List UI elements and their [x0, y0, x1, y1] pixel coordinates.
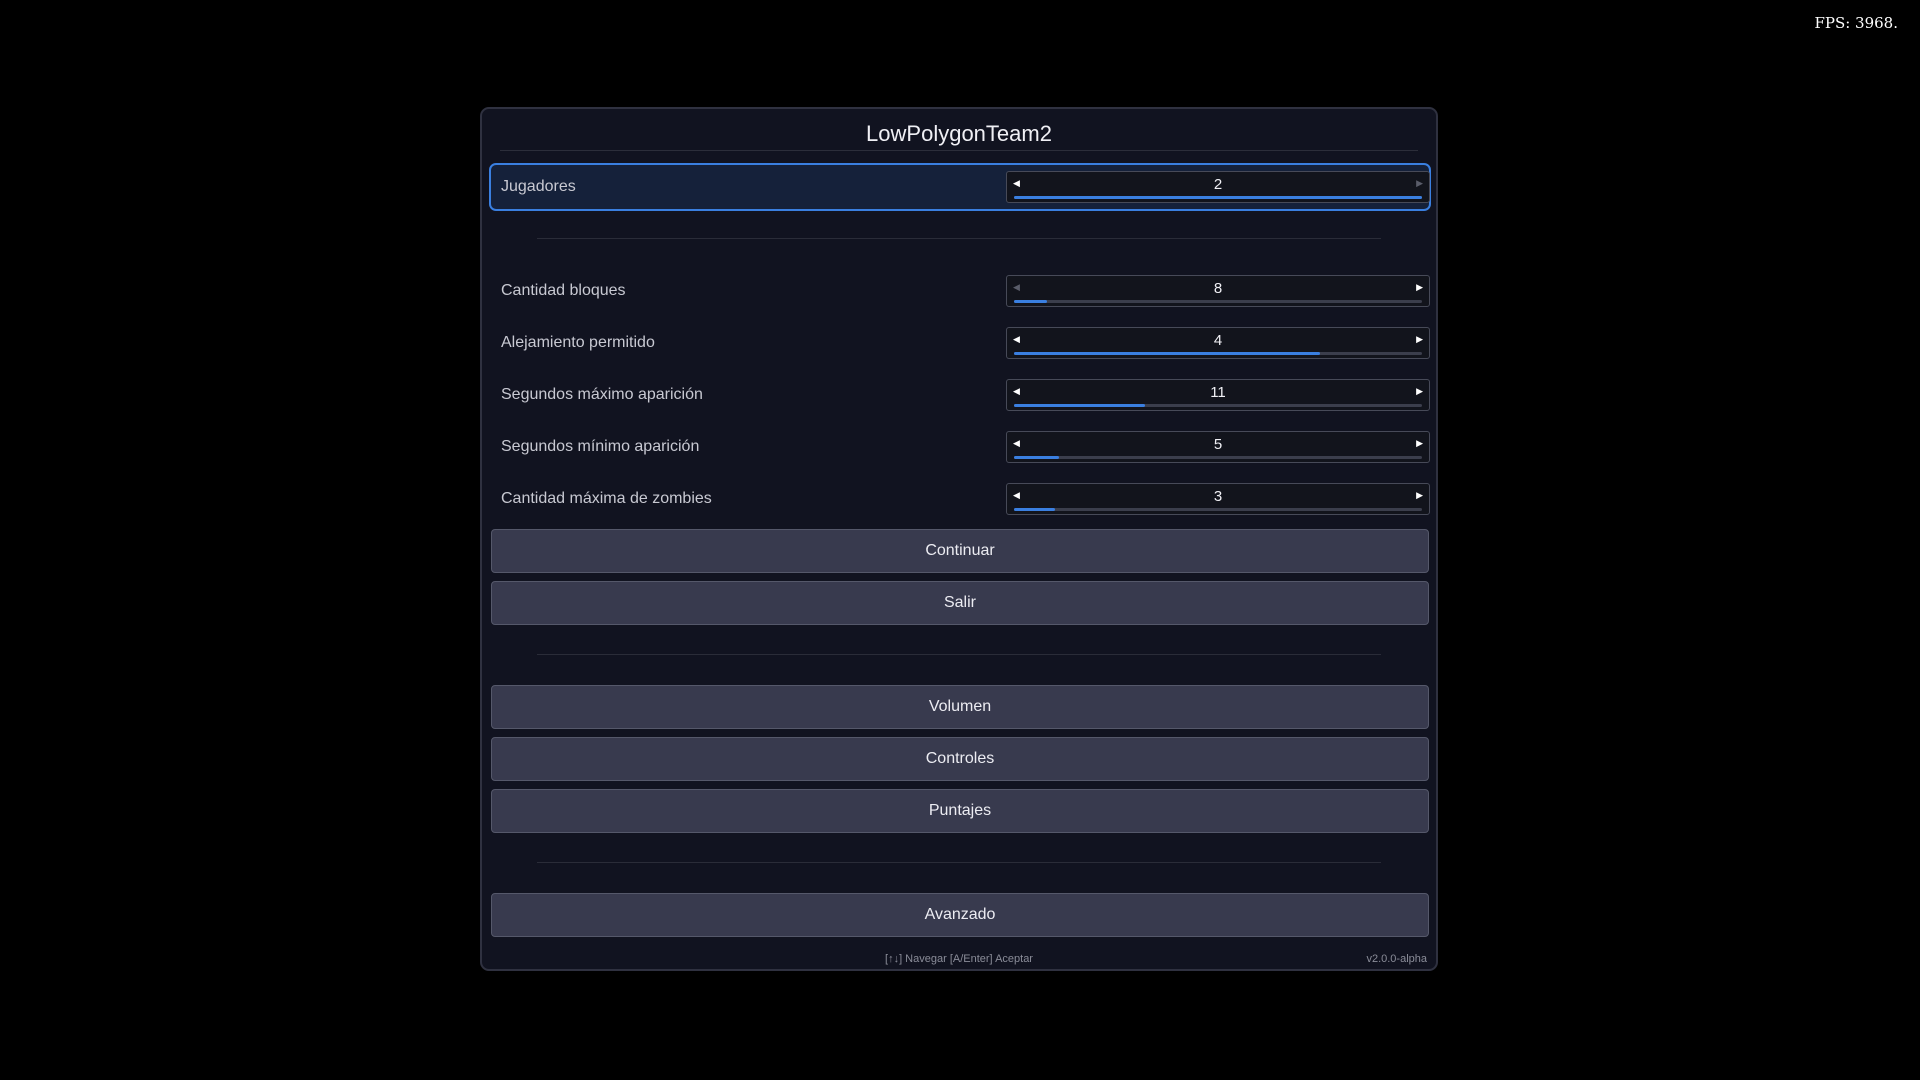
stepper-cantidad-bloques[interactable]: ◀ 8 ▶: [1006, 275, 1430, 307]
increase-arrow-icon[interactable]: ▶: [1416, 334, 1423, 345]
section-divider: [537, 654, 1381, 655]
stepper-track: [1014, 196, 1422, 199]
version-label: v2.0.0-alpha: [1366, 953, 1427, 965]
setting-row-cantidad-bloques[interactable]: Cantidad bloques ◀ 8 ▶: [489, 267, 1431, 315]
stepper-segundos-maximo-aparicion[interactable]: ◀ 11 ▶: [1006, 379, 1430, 411]
stepper-track: [1014, 404, 1422, 407]
setting-row-alejamiento-permitido[interactable]: Alejamiento permitido ◀ 4 ▶: [489, 319, 1431, 367]
stepper-value: 11: [1210, 384, 1226, 401]
stepper-value: 4: [1213, 332, 1223, 349]
setting-label: Segundos mínimo aparición: [501, 438, 700, 455]
volume-button[interactable]: Volumen: [491, 685, 1429, 729]
increase-arrow-icon[interactable]: ▶: [1416, 282, 1423, 293]
advanced-button[interactable]: Avanzado: [491, 893, 1429, 937]
setting-label: Jugadores: [501, 178, 576, 195]
stepper-fill: [1014, 196, 1422, 199]
stepper-value: 2: [1213, 176, 1223, 193]
stepper-value: 5: [1213, 436, 1223, 453]
setting-row-cantidad-maxima-zombies[interactable]: Cantidad máxima de zombies ◀ 3 ▶: [489, 475, 1431, 523]
fps-counter: FPS: 3968.: [1814, 14, 1898, 32]
stepper-jugadores[interactable]: ◀ 2 ▶: [1006, 171, 1430, 203]
stepper-fill: [1014, 300, 1047, 303]
stepper-fill: [1014, 508, 1055, 511]
stepper-value: 8: [1213, 280, 1223, 297]
setting-label: Cantidad máxima de zombies: [501, 490, 712, 507]
stepper-track: [1014, 352, 1422, 355]
stepper-fill: [1014, 352, 1320, 355]
stepper-segundos-minimo-aparicion[interactable]: ◀ 5 ▶: [1006, 431, 1430, 463]
setting-row-segundos-maximo-aparicion[interactable]: Segundos máximo aparición ◀ 11 ▶: [489, 371, 1431, 419]
stepper-alejamiento-permitido[interactable]: ◀ 4 ▶: [1006, 327, 1430, 359]
scores-button[interactable]: Puntajes: [491, 789, 1429, 833]
stepper-track: [1014, 456, 1422, 459]
exit-button[interactable]: Salir: [491, 581, 1429, 625]
setting-label: Segundos máximo aparición: [501, 386, 703, 403]
controls-hint: [↑↓] Navegar [A/Enter] Aceptar: [885, 953, 1033, 965]
increase-arrow-icon[interactable]: ▶: [1416, 438, 1423, 449]
section-divider: [537, 862, 1381, 863]
controls-button[interactable]: Controles: [491, 737, 1429, 781]
stepper-track: [1014, 508, 1422, 511]
game-title: LowPolygonTeam2: [866, 121, 1052, 146]
continue-button[interactable]: Continuar: [491, 529, 1429, 573]
increase-arrow-icon[interactable]: ▶: [1416, 386, 1423, 397]
stepper-fill: [1014, 456, 1059, 459]
increase-arrow-icon[interactable]: ▶: [1416, 490, 1423, 501]
setting-label: Alejamiento permitido: [501, 334, 655, 351]
increase-arrow-icon[interactable]: ▶: [1416, 178, 1423, 189]
setting-row-segundos-minimo-aparicion[interactable]: Segundos mínimo aparición ◀ 5 ▶: [489, 423, 1431, 471]
stepper-track: [1014, 300, 1422, 303]
stepper-fill: [1014, 404, 1145, 407]
stepper-cantidad-maxima-zombies[interactable]: ◀ 3 ▶: [1006, 483, 1430, 515]
section-divider: [537, 238, 1381, 239]
setting-row-jugadores[interactable]: Jugadores ◀ 2 ▶: [489, 163, 1431, 211]
setting-label: Cantidad bloques: [501, 282, 626, 299]
settings-panel: LowPolygonTeam2 Jugadores ◀ 2 ▶ Cantidad…: [480, 107, 1438, 971]
title-divider: [500, 150, 1418, 151]
stepper-value: 3: [1213, 488, 1223, 505]
